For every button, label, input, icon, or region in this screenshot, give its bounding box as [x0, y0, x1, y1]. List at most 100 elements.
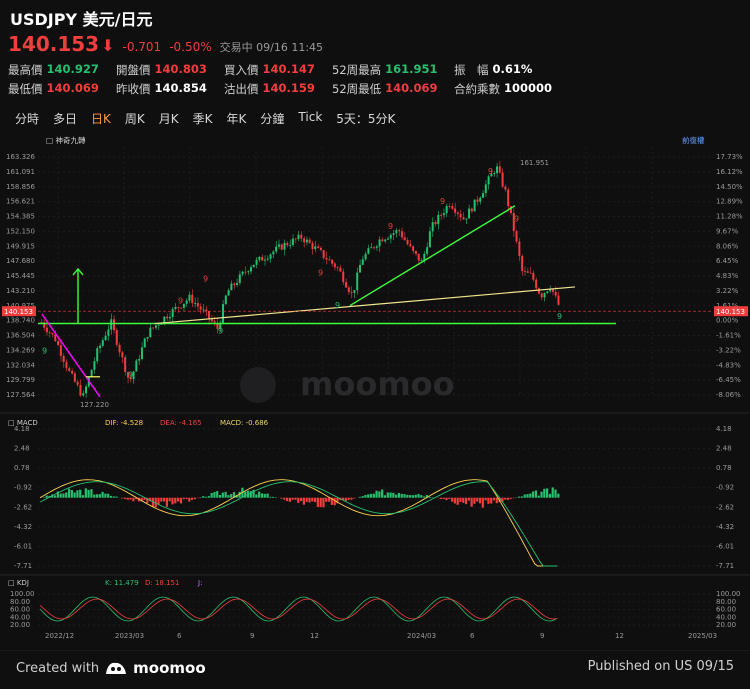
candle-body: [166, 317, 168, 319]
chart-area[interactable]: □ 神奇九轉前復權163.32617.73%161.09116.12%158.8…: [0, 133, 750, 643]
stat-cell: 昨收價140.854: [116, 81, 224, 97]
macd-bar: [222, 493, 224, 498]
macd-bar: [129, 498, 131, 500]
stat-label: 52周最高: [332, 62, 381, 78]
macd-bar: [244, 492, 246, 498]
candle-body: [233, 284, 235, 285]
candle-body: [516, 231, 518, 241]
candle-body: [317, 247, 319, 248]
macd-bar: [392, 493, 394, 498]
candle-body: [208, 311, 210, 319]
candle-body: [423, 254, 425, 260]
kdj-d: D: 18.151: [145, 579, 179, 587]
macd-bar: [510, 498, 512, 499]
candle-body: [339, 268, 341, 272]
candle-body: [272, 252, 274, 255]
stat-cell: 52周最高161.951: [332, 62, 454, 78]
down-arrow-icon: ⬇: [101, 36, 114, 55]
candle-body: [457, 213, 459, 214]
candle-body: [328, 259, 330, 260]
macd-bar: [255, 494, 257, 497]
stats-row: 最高價140.927開盤價140.803買入價140.14752周最高161.9…: [8, 60, 554, 79]
tab-日K[interactable]: 日K: [84, 108, 118, 129]
tab-Tick[interactable]: Tick: [291, 108, 329, 129]
candle-body: [71, 371, 73, 373]
macd-bar: [180, 498, 182, 504]
left-axis-label: 154.385: [6, 213, 35, 221]
kdj-title: □ KDJ: [8, 579, 29, 587]
macd-bar: [529, 494, 531, 498]
candle-body: [113, 319, 115, 330]
macd-bar: [496, 498, 498, 504]
price-chart[interactable]: □ 神奇九轉前復權163.32617.73%161.09116.12%158.8…: [0, 133, 750, 643]
candle-body: [370, 247, 372, 248]
candle-body: [138, 359, 140, 361]
x-axis-label: 2023/03: [115, 632, 144, 640]
stat-value: 140.803: [155, 62, 207, 78]
candle-body: [239, 274, 241, 283]
brand-name: moomoo: [133, 659, 205, 677]
macd-bar: [132, 498, 134, 501]
right-axis-label: 12.89%: [716, 198, 743, 206]
x-axis-label: 2022/12: [45, 632, 74, 640]
candle-body: [107, 330, 109, 336]
candle-body: [267, 259, 269, 260]
macd-bar: [65, 492, 67, 497]
candle-body: [289, 245, 291, 246]
candle-body: [258, 257, 260, 260]
candle-body: [85, 387, 87, 394]
macd-bar: [272, 497, 274, 498]
tab-月K[interactable]: 月K: [152, 108, 186, 129]
candle-body: [250, 267, 252, 271]
candle-body: [507, 190, 509, 207]
moomoo-logo-icon: [105, 660, 127, 676]
kdj-left-axis: 20.00: [10, 621, 30, 629]
published-date: Published on US 09/15: [588, 659, 734, 674]
candle-body: [230, 284, 232, 291]
created-with-label: Created with: [16, 661, 99, 676]
stat-value: 140.927: [47, 62, 99, 78]
macd-bar: [535, 490, 537, 497]
macd-bar: [521, 496, 523, 497]
macd-bar: [96, 494, 98, 497]
macd-bar: [378, 491, 380, 497]
left-axis-label: 158.856: [6, 183, 35, 191]
macd-bar: [375, 491, 377, 498]
tab-5天：5分K[interactable]: 5天：5分K: [329, 108, 402, 129]
tab-分時[interactable]: 分時: [8, 108, 46, 129]
stat-cell: 52周最低140.069: [332, 81, 454, 97]
tab-年K[interactable]: 年K: [220, 108, 254, 129]
left-axis-label: 145.445: [6, 272, 35, 280]
candle-body: [345, 282, 347, 287]
price-change: -0.701: [123, 40, 162, 54]
tab-多日[interactable]: 多日: [46, 108, 84, 129]
macd-left-axis: 2.48: [14, 445, 30, 453]
stat-label: 買入價: [224, 62, 259, 78]
tab-分鐘[interactable]: 分鐘: [253, 108, 291, 129]
candle-body: [183, 304, 185, 308]
macd-bar: [93, 495, 95, 498]
right-axis-label: -6.45%: [716, 376, 741, 384]
macd-bar: [113, 496, 115, 497]
tab-周K[interactable]: 周K: [118, 108, 152, 129]
macd-bar: [457, 498, 459, 505]
left-axis-label: 132.034: [6, 361, 35, 369]
watermark: moomoo: [300, 365, 455, 403]
td-count-label: 9: [514, 215, 519, 224]
candle-body: [454, 209, 456, 213]
macd-bar: [102, 492, 104, 498]
stat-cell: 振 幅0.61%: [454, 62, 554, 78]
macd-bar: [191, 498, 193, 500]
candle-body: [264, 260, 266, 261]
macd-bar: [121, 498, 123, 499]
right-axis-label: 3.22%: [716, 287, 739, 295]
candle-body: [63, 356, 65, 362]
candle-body: [169, 317, 171, 318]
tab-季K[interactable]: 季K: [186, 108, 220, 129]
candle-body: [105, 336, 107, 340]
candle-body: [429, 231, 431, 247]
candle-body: [110, 319, 112, 329]
candle-body: [440, 215, 442, 216]
candle-body: [331, 260, 333, 264]
candle-body: [367, 248, 369, 254]
